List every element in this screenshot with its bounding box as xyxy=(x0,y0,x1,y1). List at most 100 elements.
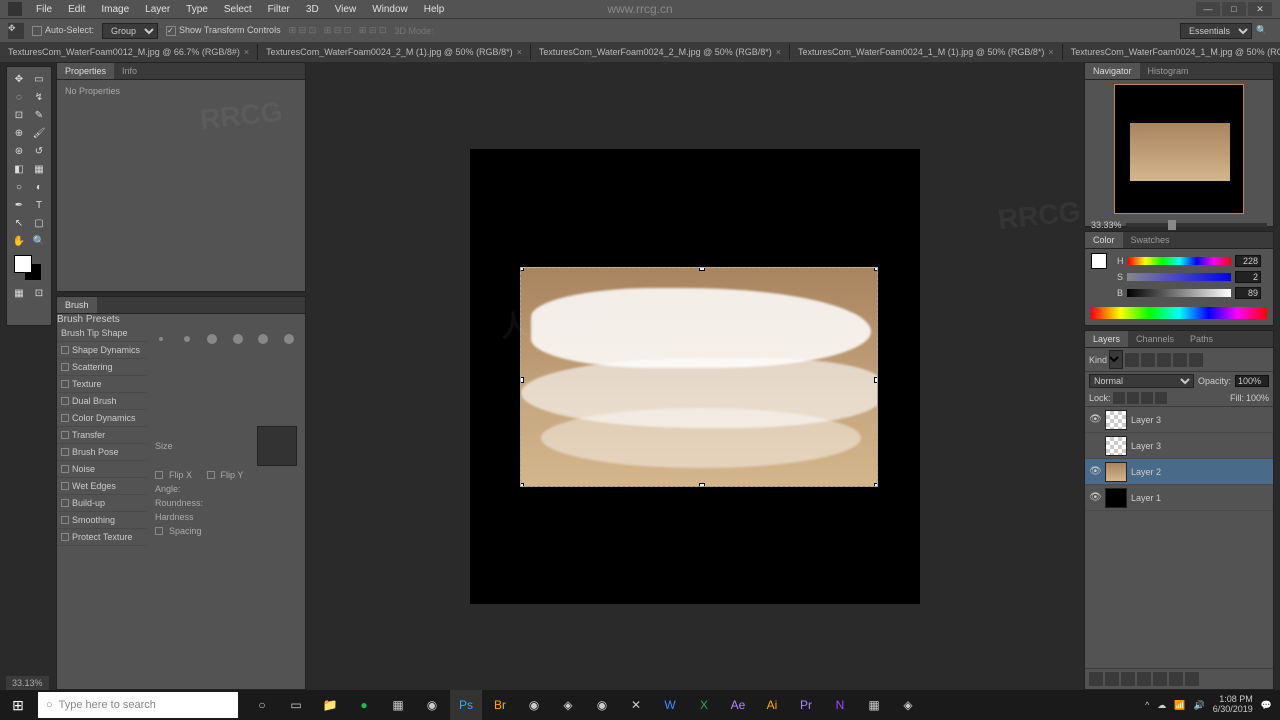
auto-select-checkbox[interactable] xyxy=(32,26,42,36)
trash-icon[interactable] xyxy=(1185,672,1199,686)
lasso-tool[interactable]: ↯ xyxy=(30,89,48,105)
close-button[interactable]: ✕ xyxy=(1248,2,1272,16)
onenote-icon[interactable]: N xyxy=(824,690,856,720)
aftereffects-icon[interactable]: Ae xyxy=(722,690,754,720)
flipx-label[interactable]: Flip X xyxy=(169,470,192,480)
lock-pixel-icon[interactable] xyxy=(1127,392,1139,404)
visibility-icon[interactable]: 👁 xyxy=(1089,492,1101,503)
color-fg-swatch[interactable] xyxy=(1091,253,1107,269)
canvas-area[interactable] xyxy=(306,62,1084,690)
heal-tool[interactable]: ⊕ xyxy=(10,125,28,141)
layer-image[interactable] xyxy=(520,267,878,487)
status-zoom[interactable]: 33.13% xyxy=(6,676,49,690)
gradient-tool[interactable]: ▦ xyxy=(30,161,48,177)
filter-shape-icon[interactable] xyxy=(1173,353,1187,367)
layer-row[interactable]: 👁 Layer 3 xyxy=(1085,407,1273,433)
doc-tab[interactable]: TexturesCom_WaterFoam0024_1_M.jpg @ 50% … xyxy=(1063,44,1280,60)
illustrator-icon[interactable]: Ai xyxy=(756,690,788,720)
blur-tool[interactable]: ○ xyxy=(10,179,28,195)
brush-thumbnails[interactable] xyxy=(147,325,305,416)
menu-help[interactable]: Help xyxy=(416,2,453,17)
layer-name[interactable]: Layer 3 xyxy=(1131,441,1161,451)
screenmode-icon[interactable]: ⊡ xyxy=(30,285,48,301)
layer-row[interactable]: 👁 Layer 1 xyxy=(1085,485,1273,511)
h-value[interactable]: 228 xyxy=(1235,255,1261,267)
brush-opt[interactable]: Scattering xyxy=(57,359,147,376)
auto-select-dropdown[interactable]: Group xyxy=(102,23,158,39)
brush-opt[interactable]: Brush Pose xyxy=(57,444,147,461)
doc-tab[interactable]: TexturesCom_WaterFoam0024_1_M (1).jpg @ … xyxy=(790,44,1063,60)
clock[interactable]: 1:08 PM 6/30/2019 xyxy=(1213,695,1253,715)
filter-smart-icon[interactable] xyxy=(1189,353,1203,367)
doc-tab[interactable]: TexturesCom_WaterFoam0024_2_M (1).jpg @ … xyxy=(258,44,531,60)
brush-opt[interactable]: Noise xyxy=(57,461,147,478)
start-button[interactable]: ⊞ xyxy=(0,690,36,720)
tab-navigator[interactable]: Navigator xyxy=(1085,63,1140,79)
tab-color[interactable]: Color xyxy=(1085,232,1123,248)
lock-pos-icon[interactable] xyxy=(1141,392,1153,404)
app-icon[interactable]: ▦ xyxy=(858,690,890,720)
opacity-value[interactable]: 100% xyxy=(1235,375,1269,387)
minimize-button[interactable]: — xyxy=(1196,2,1220,16)
app-icon[interactable]: ◈ xyxy=(892,690,924,720)
blend-mode-dropdown[interactable]: Normal xyxy=(1089,374,1194,388)
hue-slider[interactable] xyxy=(1128,257,1232,265)
close-icon[interactable]: × xyxy=(244,47,249,57)
marquee-tool[interactable]: ◌ xyxy=(10,89,28,105)
close-icon[interactable]: × xyxy=(1048,47,1053,57)
explorer-icon[interactable]: 📁 xyxy=(314,690,346,720)
history-brush-tool[interactable]: ↺ xyxy=(30,143,48,159)
eraser-tool[interactable]: ◧ xyxy=(10,161,28,177)
fx-icon[interactable] xyxy=(1105,672,1119,686)
brush-opt[interactable]: Dual Brush xyxy=(57,393,147,410)
doc-tab[interactable]: TexturesCom_WaterFoam0024_2_M.jpg @ 50% … xyxy=(531,44,790,60)
s-value[interactable]: 2 xyxy=(1235,271,1261,283)
excel-icon[interactable]: X xyxy=(688,690,720,720)
color-swatches[interactable] xyxy=(10,255,48,283)
filter-type-icon[interactable] xyxy=(1157,353,1171,367)
b-value[interactable]: 89 xyxy=(1235,287,1261,299)
menu-filter[interactable]: Filter xyxy=(260,2,298,17)
lock-trans-icon[interactable] xyxy=(1113,392,1125,404)
adjustment-icon[interactable] xyxy=(1137,672,1151,686)
layer-name[interactable]: Layer 2 xyxy=(1131,467,1161,477)
cortana-icon[interactable]: ○ xyxy=(246,690,278,720)
brush-opt[interactable]: Protect Texture xyxy=(57,529,147,546)
word-icon[interactable]: W xyxy=(654,690,686,720)
layer-name[interactable]: Layer 3 xyxy=(1131,415,1161,425)
steam-icon[interactable]: ◉ xyxy=(416,690,448,720)
tab-histogram[interactable]: Histogram xyxy=(1140,63,1197,79)
discord-icon[interactable]: ◈ xyxy=(552,690,584,720)
navigator-thumbnail[interactable] xyxy=(1114,84,1244,214)
crop-tool[interactable]: ⊡ xyxy=(10,107,28,123)
app-icon[interactable]: ◉ xyxy=(586,690,618,720)
fill-value[interactable]: 100% xyxy=(1246,393,1269,403)
tab-swatches[interactable]: Swatches xyxy=(1123,232,1178,248)
chrome-icon[interactable]: ◉ xyxy=(518,690,550,720)
brush-opt[interactable]: Smoothing xyxy=(57,512,147,529)
brush-presets-button[interactable]: Brush Presets xyxy=(57,314,305,325)
doc-tab[interactable]: TexturesCom_WaterFoam0012_M.jpg @ 66.7% … xyxy=(0,44,258,60)
close-icon[interactable]: × xyxy=(517,47,522,57)
menu-3d[interactable]: 3D xyxy=(298,2,327,17)
tab-properties[interactable]: Properties xyxy=(57,63,114,79)
brush-tool[interactable]: 🖌 xyxy=(30,125,48,141)
app-icon[interactable]: ✕ xyxy=(620,690,652,720)
visibility-icon[interactable]: 👁 xyxy=(1089,414,1101,425)
menu-layer[interactable]: Layer xyxy=(137,2,178,17)
shape-tool[interactable]: ▢ xyxy=(30,215,48,231)
brush-opt[interactable]: Wet Edges xyxy=(57,478,147,495)
group-icon[interactable] xyxy=(1153,672,1167,686)
kind-dropdown[interactable] xyxy=(1109,350,1123,369)
eyedropper-tool[interactable]: ✎ xyxy=(30,107,48,123)
brush-opt[interactable]: Color Dynamics xyxy=(57,410,147,427)
premiere-icon[interactable]: Pr xyxy=(790,690,822,720)
dodge-tool[interactable]: ◐ xyxy=(30,179,48,195)
layer-row-selected[interactable]: 👁 Layer 2 xyxy=(1085,459,1273,485)
tab-info[interactable]: Info xyxy=(114,63,145,79)
layer-row[interactable]: Layer 3 xyxy=(1085,433,1273,459)
menu-window[interactable]: Window xyxy=(364,2,416,17)
pen-tool[interactable]: ✒ xyxy=(10,197,28,213)
menu-image[interactable]: Image xyxy=(93,2,137,17)
bridge-icon[interactable]: Br xyxy=(484,690,516,720)
